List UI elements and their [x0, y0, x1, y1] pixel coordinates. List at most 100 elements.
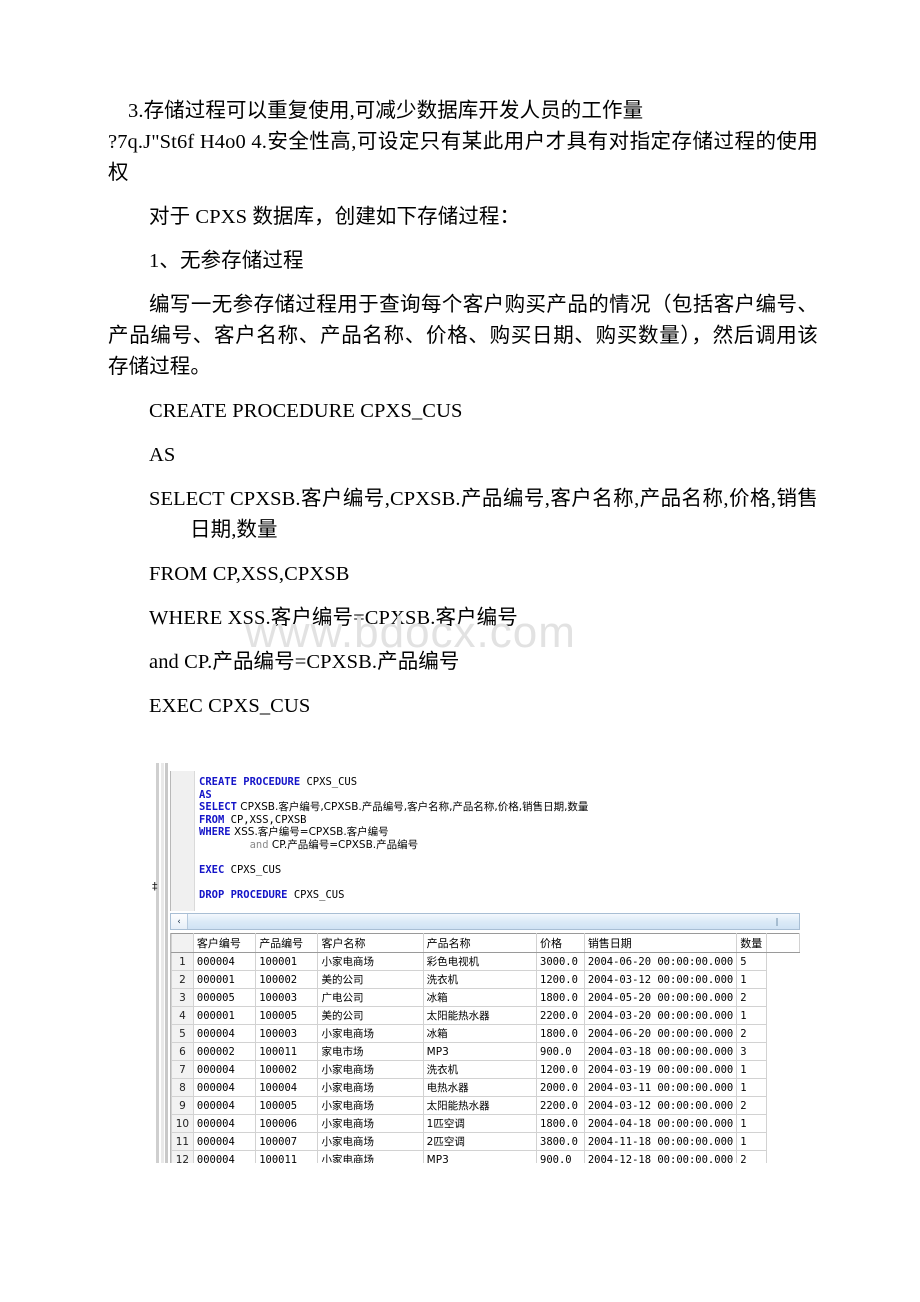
cell-product-name[interactable]: MP3: [422, 1150, 538, 1163]
cell-rownum[interactable]: 1: [171, 952, 194, 971]
column-header-rownum[interactable]: [171, 933, 194, 953]
cell-product-name[interactable]: 太阳能热水器: [422, 1096, 538, 1115]
cell-quantity[interactable]: 2: [736, 1150, 768, 1163]
scrollbar-grip-icon[interactable]: ‖: [775, 918, 783, 926]
scroll-left-arrow-icon[interactable]: ‹: [171, 914, 188, 929]
cell-sale-date[interactable]: 2004-03-11 00:00:00.000: [583, 1078, 738, 1097]
cell-quantity[interactable]: 2: [736, 1096, 768, 1115]
cell-customer-id[interactable]: 000004: [192, 1096, 257, 1115]
column-header-product-id[interactable]: 产品编号: [255, 933, 319, 953]
cell-product-name[interactable]: 1匹空调: [422, 1114, 538, 1133]
cell-product-id[interactable]: 100003: [255, 988, 319, 1007]
cell-sale-date[interactable]: 2004-03-12 00:00:00.000: [583, 970, 738, 989]
cell-price[interactable]: 2200.0: [536, 1006, 585, 1025]
cell-product-name[interactable]: 2匹空调: [422, 1132, 538, 1151]
cell-customer-name[interactable]: 美的公司: [317, 1006, 424, 1025]
cell-customer-id[interactable]: 000004: [192, 1132, 257, 1151]
cell-product-name[interactable]: 洗衣机: [422, 1060, 538, 1079]
cell-customer-id[interactable]: 000005: [192, 988, 257, 1007]
cell-customer-name[interactable]: 小家电商场: [317, 1114, 424, 1133]
cell-price[interactable]: 2200.0: [536, 1096, 585, 1115]
cell-price[interactable]: 1800.0: [536, 988, 585, 1007]
sql-query-editor[interactable]: CREATE PROCEDURE CPXS_CUS AS SELECT CPXSB.…: [170, 771, 800, 911]
table-row[interactable]: 7 000004 100002 小家电商场 洗衣机 1200.0 2004-03-19 00…: [171, 1060, 800, 1079]
cell-quantity[interactable]: 1: [736, 1132, 768, 1151]
column-header-price[interactable]: 价格: [536, 933, 585, 953]
cell-product-name[interactable]: 冰箱: [422, 988, 538, 1007]
cell-rownum[interactable]: 8: [171, 1078, 194, 1097]
column-header-customer-name[interactable]: 客户名称: [317, 933, 424, 953]
cell-sale-date[interactable]: 2004-05-20 00:00:00.000: [583, 988, 738, 1007]
cell-quantity[interactable]: 2: [736, 1024, 768, 1043]
cell-customer-id[interactable]: 000004: [192, 1078, 257, 1097]
cell-product-id[interactable]: 100005: [255, 1096, 319, 1115]
cell-product-id[interactable]: 100011: [255, 1150, 319, 1163]
cell-product-name[interactable]: 电热水器: [422, 1078, 538, 1097]
cell-product-id[interactable]: 100002: [255, 970, 319, 989]
cell-product-id[interactable]: 100004: [255, 1078, 319, 1097]
query-results-grid[interactable]: 客户编号 产品编号 客户名称 产品名称 价格 销售日期 数量 1 000004 10…: [170, 933, 800, 1163]
cell-price[interactable]: 1800.0: [536, 1024, 585, 1043]
cell-customer-id[interactable]: 000004: [192, 1060, 257, 1079]
editor-horizontal-scrollbar[interactable]: ‹ ‖: [170, 913, 800, 930]
cell-customer-id[interactable]: 000004: [192, 952, 257, 971]
cell-sale-date[interactable]: 2004-03-12 00:00:00.000: [583, 1096, 738, 1115]
cell-customer-id[interactable]: 000004: [192, 1150, 257, 1163]
cell-quantity[interactable]: 1: [736, 1078, 768, 1097]
cell-product-id[interactable]: 100006: [255, 1114, 319, 1133]
cell-product-id[interactable]: 100005: [255, 1006, 319, 1025]
cell-quantity[interactable]: 1: [736, 1114, 768, 1133]
cell-customer-name[interactable]: 美的公司: [317, 970, 424, 989]
cell-rownum[interactable]: 6: [171, 1042, 194, 1061]
cell-price[interactable]: 1800.0: [536, 1114, 585, 1133]
cell-rownum[interactable]: 9: [171, 1096, 194, 1115]
cell-sale-date[interactable]: 2004-06-20 00:00:00.000: [583, 952, 738, 971]
cell-quantity[interactable]: 3: [736, 1042, 768, 1061]
table-row[interactable]: 10 000004 100006 小家电商场 1匹空调 1800.0 2004-04-18 …: [171, 1114, 800, 1133]
cell-customer-name[interactable]: 家电市场: [317, 1042, 424, 1061]
cell-price[interactable]: 3000.0: [536, 952, 585, 971]
cell-rownum[interactable]: 12: [171, 1150, 194, 1163]
cell-customer-name[interactable]: 小家电商场: [317, 1024, 424, 1043]
cell-customer-name[interactable]: 小家电商场: [317, 1150, 424, 1163]
cell-sale-date[interactable]: 2004-04-18 00:00:00.000: [583, 1114, 738, 1133]
cell-quantity[interactable]: 1: [736, 970, 768, 989]
cell-quantity[interactable]: 5: [736, 952, 768, 971]
table-row[interactable]: 4 000001 100005 美的公司 太阳能热水器 2200.0 2004-03-20 …: [171, 1006, 800, 1025]
cell-rownum[interactable]: 3: [171, 988, 194, 1007]
cell-rownum[interactable]: 11: [171, 1132, 194, 1151]
cell-quantity[interactable]: 1: [736, 1060, 768, 1079]
cell-customer-id[interactable]: 000002: [192, 1042, 257, 1061]
column-header-product-name[interactable]: 产品名称: [422, 933, 538, 953]
cell-product-name[interactable]: MP3: [422, 1042, 538, 1061]
cell-price[interactable]: 1200.0: [536, 1060, 585, 1079]
table-row[interactable]: 9 000004 100005 小家电商场 太阳能热水器 2200.0 2004-03-12…: [171, 1096, 800, 1115]
cell-product-id[interactable]: 100001: [255, 952, 319, 971]
cell-customer-name[interactable]: 广电公司: [317, 988, 424, 1007]
cell-customer-id[interactable]: 000001: [192, 1006, 257, 1025]
cell-sale-date[interactable]: 2004-06-20 00:00:00.000: [583, 1024, 738, 1043]
table-row[interactable]: 8 000004 100004 小家电商场 电热水器 2000.0 2004-03-11 0…: [171, 1078, 800, 1097]
cell-price[interactable]: 900.0: [536, 1042, 585, 1061]
table-row[interactable]: 12 000004 100011 小家电商场 MP3 900.0 2004-12-18 00…: [171, 1150, 800, 1163]
table-row[interactable]: 6 000002 100011 家电市场 MP3 900.0 2004-03-18 00:0…: [171, 1042, 800, 1061]
column-header-quantity[interactable]: 数量: [736, 933, 768, 953]
cell-customer-name[interactable]: 小家电商场: [317, 1060, 424, 1079]
column-header-customer-id[interactable]: 客户编号: [192, 933, 257, 953]
cell-sale-date[interactable]: 2004-11-18 00:00:00.000: [583, 1132, 738, 1151]
cell-quantity[interactable]: 1: [736, 1006, 768, 1025]
cell-price[interactable]: 1200.0: [536, 970, 585, 989]
cell-customer-id[interactable]: 000001: [192, 970, 257, 989]
cell-rownum[interactable]: 5: [171, 1024, 194, 1043]
table-row[interactable]: 2 000001 100002 美的公司 洗衣机 1200.0 2004-03-12 00:…: [171, 970, 800, 989]
cell-quantity[interactable]: 2: [736, 988, 768, 1007]
column-header-sale-date[interactable]: 销售日期: [583, 933, 738, 953]
cell-customer-id[interactable]: 000004: [192, 1024, 257, 1043]
table-row[interactable]: 5 000004 100003 小家电商场 冰箱 1800.0 2004-06-20 00:…: [171, 1024, 800, 1043]
cell-product-id[interactable]: 100007: [255, 1132, 319, 1151]
cell-product-name[interactable]: 洗衣机: [422, 970, 538, 989]
cell-sale-date[interactable]: 2004-03-19 00:00:00.000: [583, 1060, 738, 1079]
cell-sale-date[interactable]: 2004-03-18 00:00:00.000: [583, 1042, 738, 1061]
table-row[interactable]: 3 000005 100003 广电公司 冰箱 1800.0 2004-05-20 00:0…: [171, 988, 800, 1007]
cell-customer-id[interactable]: 000004: [192, 1114, 257, 1133]
